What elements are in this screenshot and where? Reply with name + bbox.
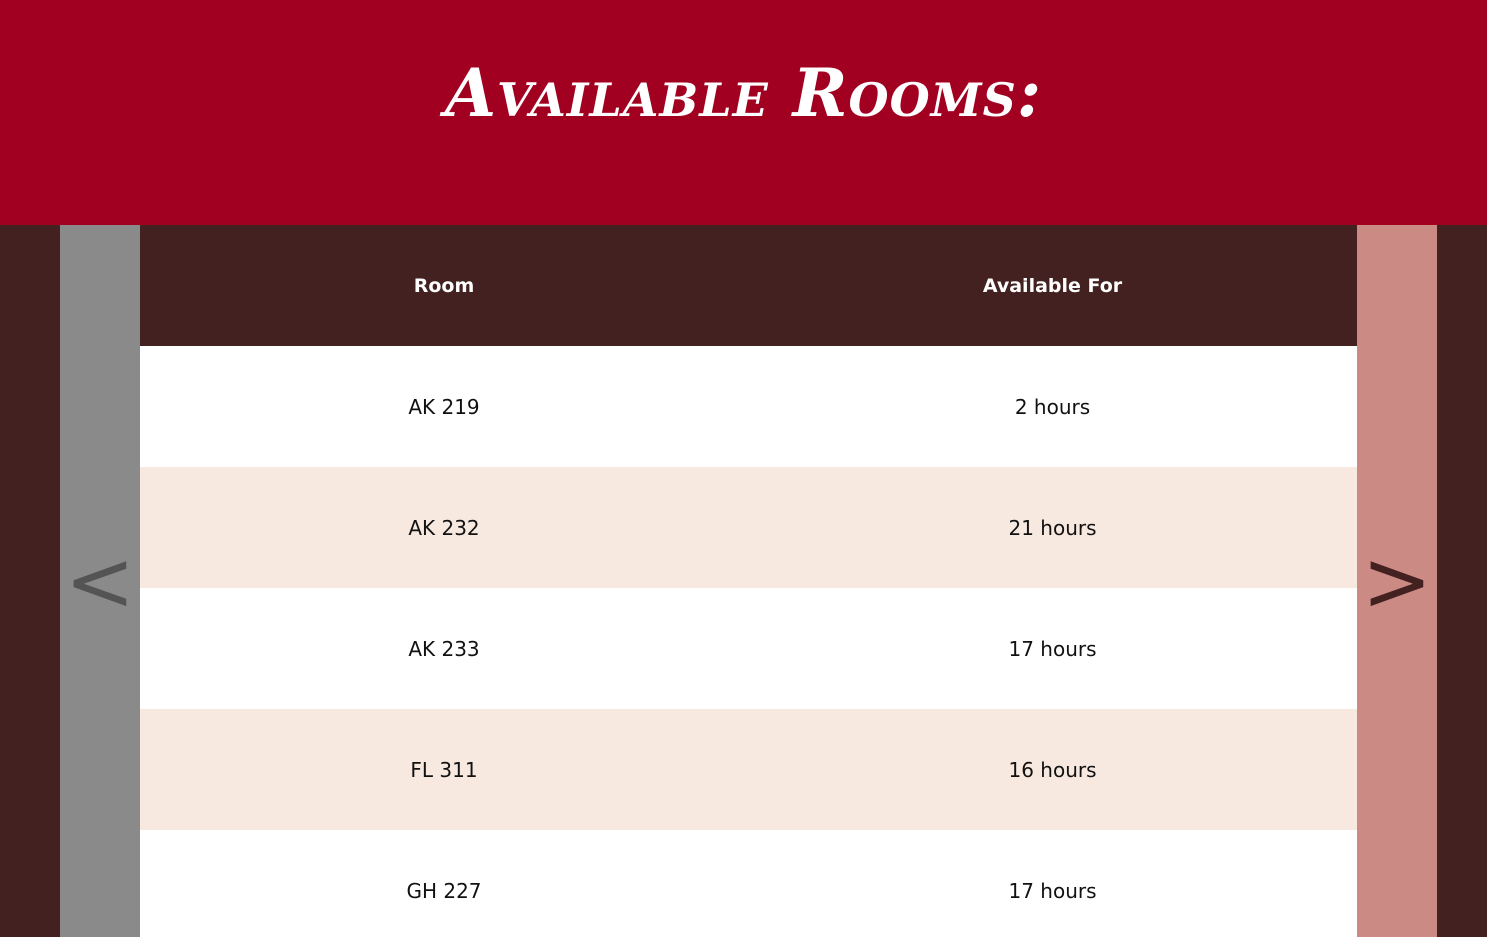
available-for-cell: 2 hours xyxy=(1014,394,1091,419)
page-header: Available Rooms: xyxy=(0,0,1487,225)
rooms-table: Room Available For AK 219 2 hours AK 232… xyxy=(140,225,1357,937)
column-header-available-for: Available For xyxy=(982,274,1123,297)
table-row: GH 227 17 hours xyxy=(140,830,1357,937)
table-row: AK 219 2 hours xyxy=(140,346,1357,467)
previous-button[interactable]: < xyxy=(60,225,140,937)
next-button[interactable]: > xyxy=(1357,225,1437,937)
room-cell: AK 232 xyxy=(408,515,480,540)
available-for-cell: 21 hours xyxy=(1008,515,1097,540)
chevron-left-icon: < xyxy=(64,532,136,630)
room-cell: GH 227 xyxy=(406,878,482,903)
column-header-room: Room xyxy=(413,274,475,297)
table-row: AK 233 17 hours xyxy=(140,588,1357,709)
room-cell: AK 233 xyxy=(408,636,480,661)
available-for-cell: 17 hours xyxy=(1008,636,1097,661)
room-cell: AK 219 xyxy=(408,394,480,419)
available-for-cell: 17 hours xyxy=(1008,878,1097,903)
room-cell: FL 311 xyxy=(410,757,478,782)
table-row: FL 311 16 hours xyxy=(140,709,1357,830)
table-row: AK 232 21 hours xyxy=(140,467,1357,588)
page-title: Available Rooms: xyxy=(444,54,1043,132)
chevron-right-icon: > xyxy=(1361,532,1433,630)
available-for-cell: 16 hours xyxy=(1008,757,1097,782)
table-header-row: Room Available For xyxy=(140,225,1357,346)
